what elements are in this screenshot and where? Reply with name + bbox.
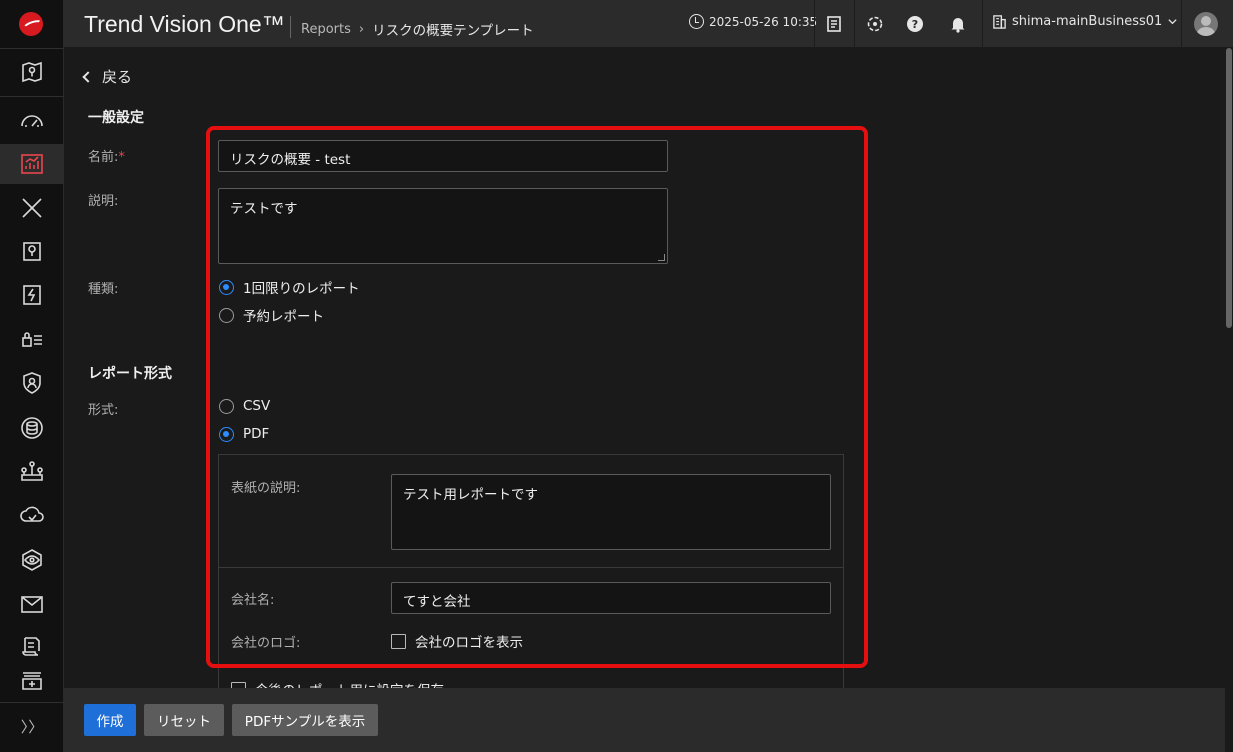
rail-divider bbox=[0, 48, 64, 49]
nav-data-database-icon[interactable] bbox=[0, 408, 64, 448]
rail-divider bbox=[0, 96, 64, 97]
reset-button[interactable]: リセット bbox=[144, 704, 224, 736]
create-button[interactable]: 作成 bbox=[84, 704, 136, 736]
nav-attack-surface-icon[interactable] bbox=[0, 231, 64, 271]
radio-label: PDF bbox=[243, 426, 270, 442]
svg-text:?: ? bbox=[912, 18, 918, 31]
account-selector[interactable]: shima-mainBusiness01 bbox=[992, 14, 1178, 29]
nav-cloud-icon[interactable] bbox=[0, 495, 64, 535]
report-format-heading: レポート形式 bbox=[88, 366, 172, 382]
building-icon bbox=[993, 15, 1006, 29]
user-avatar[interactable] bbox=[1194, 12, 1218, 36]
scrollbar-thumb[interactable] bbox=[1226, 48, 1232, 328]
format-label: 形式: bbox=[88, 403, 119, 418]
description-text: テストです bbox=[230, 201, 298, 217]
datetime-text: 2025-05-26 10:35 bbox=[709, 14, 818, 29]
cover-description-textarea[interactable]: テスト用レポートです bbox=[391, 474, 831, 550]
radio-checked-icon bbox=[219, 279, 234, 295]
rail-divider bbox=[0, 702, 64, 703]
format-csv-radio[interactable]: CSV bbox=[219, 398, 270, 414]
companion-ai-icon[interactable] bbox=[863, 12, 887, 36]
app-window: 〉〉 Trend Vision One™ Reports › リスクの概要テンプ… bbox=[0, 0, 1233, 752]
description-textarea[interactable]: テストです bbox=[218, 188, 668, 264]
notification-bell-icon[interactable] bbox=[946, 12, 970, 36]
description-label: 説明: bbox=[88, 194, 119, 209]
view-pdf-sample-button[interactable]: PDFサンプルを表示 bbox=[232, 704, 378, 736]
company-name-input[interactable]: てすと会社 bbox=[391, 582, 831, 614]
nav-ot-eye-icon[interactable] bbox=[0, 540, 64, 580]
expand-nav-icon[interactable]: 〉〉 bbox=[0, 708, 64, 744]
report-template-form: 戻る 一般設定 名前:* リスクの概要 - test 説明: テストです 種類:… bbox=[64, 48, 1225, 688]
type-label: 種類: bbox=[88, 282, 119, 297]
name-label: 名前:* bbox=[88, 146, 125, 165]
company-name-label: 会社名: bbox=[231, 593, 275, 608]
chevron-left-icon bbox=[82, 70, 94, 83]
format-pdf-radio[interactable]: PDF bbox=[219, 426, 269, 442]
breadcrumb-separator: › bbox=[358, 21, 365, 37]
radio-unchecked-icon bbox=[219, 398, 234, 414]
checkbox-label: 会社のロゴを表示 bbox=[415, 635, 523, 651]
general-settings-heading: 一般設定 bbox=[88, 110, 144, 126]
breadcrumb-reports-link[interactable]: Reports bbox=[301, 22, 351, 37]
nav-network-icon[interactable] bbox=[0, 452, 64, 492]
notebook-icon[interactable] bbox=[822, 12, 846, 36]
clock-icon bbox=[689, 14, 704, 29]
back-button[interactable]: 戻る bbox=[82, 66, 133, 87]
nav-endpoint-shield-icon[interactable] bbox=[0, 363, 64, 403]
cover-description-label: 表紙の説明: bbox=[231, 481, 301, 496]
radio-checked-icon bbox=[219, 426, 234, 442]
account-name: shima-mainBusiness01 bbox=[1012, 14, 1163, 29]
nav-identity-lock-icon[interactable] bbox=[0, 320, 64, 360]
radio-label: CSV bbox=[243, 398, 271, 414]
nav-response-bolt-icon[interactable] bbox=[0, 275, 64, 315]
scrollbar[interactable] bbox=[1225, 48, 1233, 752]
pdf-options-panel: 表紙の説明: テスト用レポートです 会社名: てすと会社 会社のロゴ: 会社のロ… bbox=[218, 454, 844, 688]
header-separator bbox=[982, 0, 983, 48]
radio-label: 1回限りのレポート bbox=[243, 281, 360, 297]
show-logo-checkbox[interactable]: 会社のロゴを表示 bbox=[391, 631, 523, 651]
radio-unchecked-icon bbox=[219, 307, 234, 323]
product-title[interactable]: Trend Vision One™ bbox=[84, 11, 285, 38]
company-logo-label: 会社のロゴ: bbox=[231, 636, 301, 651]
required-asterisk: * bbox=[118, 150, 125, 165]
top-header: Trend Vision One™ Reports › リスクの概要テンプレート… bbox=[64, 0, 1233, 48]
back-label: 戻る bbox=[102, 68, 133, 86]
nav-rail: 〉〉 bbox=[0, 0, 64, 752]
header-separator bbox=[1181, 0, 1182, 48]
nav-dashboard-gauge-icon[interactable] bbox=[0, 101, 64, 141]
header-divider bbox=[290, 16, 291, 38]
help-icon[interactable]: ? bbox=[903, 12, 927, 36]
datetime-display: 2025-05-26 10:35 bbox=[689, 14, 817, 29]
checkbox-label: 今後のレポート用に設定を保存 bbox=[255, 679, 444, 688]
type-onetime-radio[interactable]: 1回限りのレポート bbox=[219, 277, 360, 297]
type-scheduled-radio[interactable]: 予約レポート bbox=[219, 305, 324, 325]
nav-email-icon[interactable] bbox=[0, 584, 64, 624]
action-footer: 作成 リセット PDFサンプルを表示 bbox=[64, 688, 1225, 752]
checkbox-icon bbox=[391, 633, 406, 649]
nav-map-icon[interactable] bbox=[0, 52, 64, 92]
nav-marketplace-icon[interactable] bbox=[0, 660, 64, 700]
nav-reports-icon[interactable] bbox=[0, 144, 64, 184]
trend-logo-icon[interactable] bbox=[19, 12, 43, 36]
chevron-down-icon bbox=[1168, 19, 1177, 25]
breadcrumb-current: リスクの概要テンプレート bbox=[372, 23, 534, 39]
panel-divider bbox=[219, 567, 843, 568]
radio-label: 予約レポート bbox=[243, 309, 324, 325]
resize-handle-icon[interactable] bbox=[658, 254, 665, 261]
header-separator bbox=[814, 0, 815, 48]
nav-xdr-icon[interactable] bbox=[0, 188, 64, 228]
name-label-text: 名前: bbox=[88, 150, 119, 165]
header-separator bbox=[854, 0, 855, 48]
breadcrumb: Reports › リスクの概要テンプレート bbox=[301, 19, 534, 40]
save-settings-checkbox[interactable]: 今後のレポート用に設定を保存 bbox=[231, 679, 444, 688]
name-input[interactable]: リスクの概要 - test bbox=[218, 140, 668, 172]
